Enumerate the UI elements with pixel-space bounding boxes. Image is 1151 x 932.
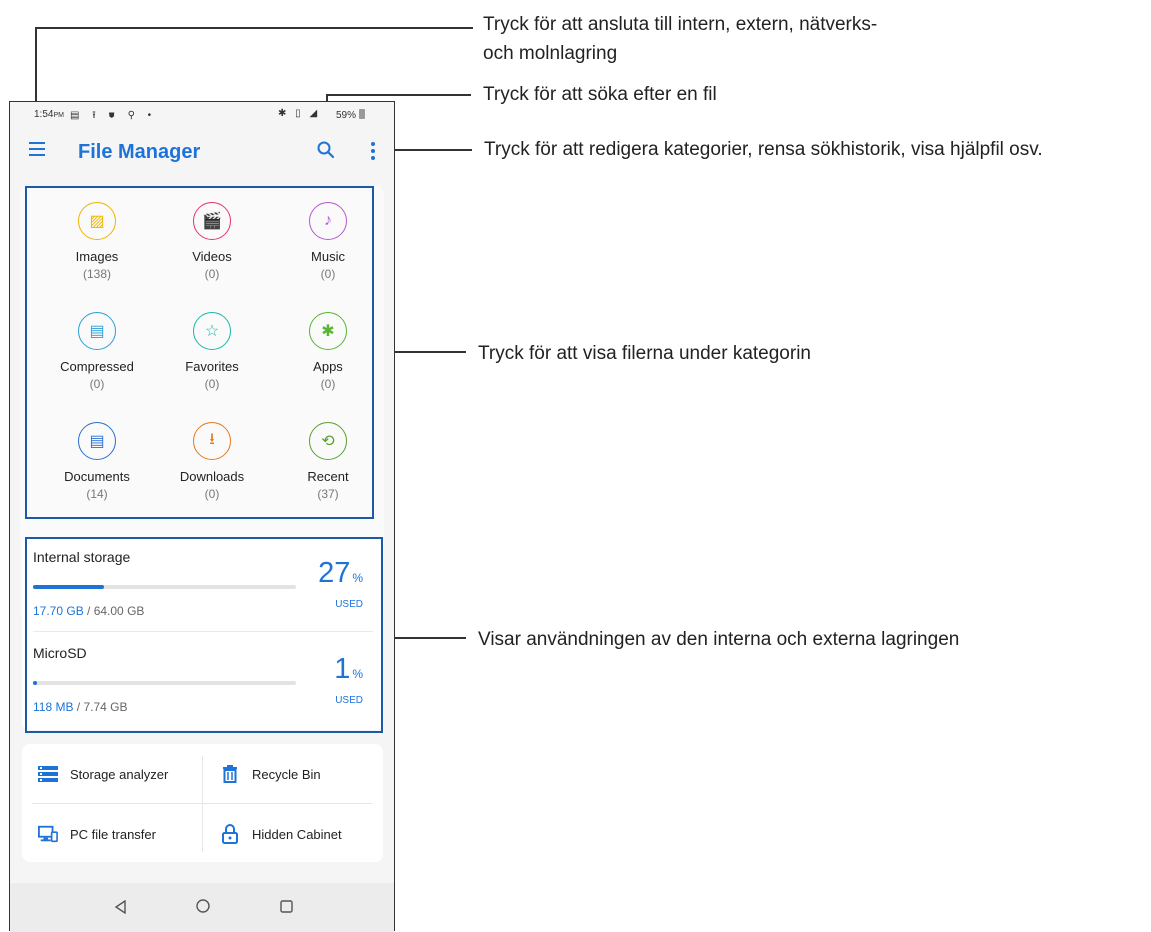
navigation-bar: [10, 883, 394, 932]
trash-icon: [220, 764, 240, 784]
home-icon[interactable]: [196, 899, 210, 918]
tool-label: Hidden Cabinet: [252, 826, 342, 842]
recents-icon[interactable]: [280, 900, 293, 918]
more-callout-hline: [384, 149, 472, 151]
status-bar: 1:54PM ▤ ⭱ ⛊ ⚲ • ✱ ▯ ◢ 59%: [10, 102, 394, 128]
lock-icon: [220, 824, 240, 844]
categories-callout-text: Tryck för att visa filerna under kategor…: [478, 343, 811, 364]
more-callout-text: Tryck för att redigera kategorier, rensa…: [484, 139, 1043, 160]
tool-label: PC file transfer: [70, 826, 156, 842]
app-title: File Manager: [78, 141, 201, 163]
storage-highlight-box: [25, 537, 383, 733]
tools-divider-vertical: [202, 756, 203, 852]
storage-callout-text: Visar användningen av den interna och ex…: [478, 629, 960, 650]
search-callout-text: Tryck för att söka efter en fil: [483, 84, 717, 105]
tool-label: Recycle Bin: [252, 766, 321, 782]
search-icon[interactable]: [316, 140, 336, 160]
categories-highlight-box: [25, 186, 374, 519]
recycle-bin-button[interactable]: Recycle Bin: [220, 745, 321, 803]
battery-indicator: 59%: [336, 109, 365, 121]
search-callout-hline: [326, 94, 471, 96]
menu-callout-text: Tryck för att ansluta till intern, exter…: [483, 14, 878, 64]
connectivity-icons: ✱ ▯ ◢: [278, 108, 321, 119]
tools-card: Storage analyzer Recycle Bin PC file tra…: [22, 744, 383, 862]
tools-divider-horizontal: [32, 803, 372, 804]
pc-file-transfer-button[interactable]: PC file transfer: [38, 805, 156, 863]
app-bar: File Manager: [10, 128, 394, 178]
more-options-icon[interactable]: [367, 140, 379, 162]
pc-transfer-icon: [38, 824, 58, 844]
tool-label: Storage analyzer: [70, 766, 169, 782]
battery-icon: [358, 109, 365, 119]
notification-icons: ▤ ⭱ ⛊ ⚲ •: [70, 110, 157, 121]
storage-analyzer-button[interactable]: Storage analyzer: [38, 745, 168, 803]
hidden-cabinet-button[interactable]: Hidden Cabinet: [220, 805, 342, 863]
menu-callout-hline: [35, 27, 473, 29]
status-time: 1:54PM: [34, 109, 64, 120]
storage-analyzer-icon: [38, 764, 58, 784]
hamburger-menu-icon[interactable]: [29, 142, 45, 156]
back-icon[interactable]: [114, 899, 126, 919]
